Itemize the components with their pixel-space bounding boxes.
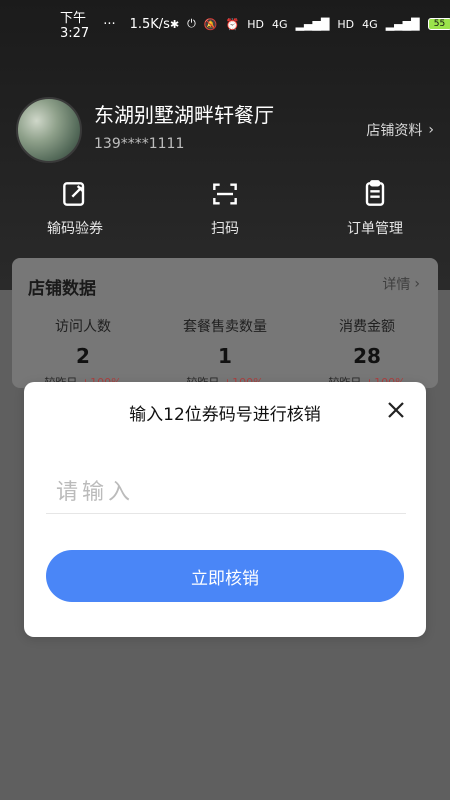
signal-2-icon: ▂▄▆█ xyxy=(385,17,420,31)
stats-row: 访问人数 2 较昨日 +100% 套餐售卖数量 1 较昨日 +100% 消费金额… xyxy=(12,316,438,390)
network-speed: 1.5K/s xyxy=(129,16,170,32)
store-data-card: 店铺数据 详情 › 访问人数 2 较昨日 +100% 套餐售卖数量 1 较昨日 … xyxy=(12,258,438,390)
stat-label: 访问人数 xyxy=(55,319,111,335)
shop-phone: 139****1111 xyxy=(94,135,185,152)
chevron-right-icon: › xyxy=(414,276,420,292)
store-data-title: 店铺数据 xyxy=(28,279,96,299)
store-data-detail-link[interactable]: 详情 › xyxy=(382,274,420,294)
app: 下午3:27 ··· 1.5K/s ✱ ⏻ 🔕 ⏰ HD 4G ▂▄▆█ HD … xyxy=(0,0,450,800)
coupon-code-input[interactable] xyxy=(46,470,406,514)
stat-label: 套餐售卖数量 xyxy=(183,319,267,335)
shop-info: 东湖别墅湖畔轩餐厅 139****1111 xyxy=(94,103,366,152)
alarm-icon: ⏰ xyxy=(225,17,240,31)
mute-icon: 🔕 xyxy=(203,17,218,31)
chevron-right-icon: › xyxy=(428,122,434,138)
close-icon xyxy=(388,402,404,418)
action-label: 扫码 xyxy=(211,221,239,237)
network-1-label: 4G xyxy=(272,17,288,31)
status-time: 下午3:27 xyxy=(60,11,90,41)
signal-1-icon: ▂▄▆█ xyxy=(295,17,330,31)
header: 下午3:27 ··· 1.5K/s ✱ ⏻ 🔕 ⏰ HD 4G ▂▄▆█ HD … xyxy=(0,0,450,290)
action-scan[interactable]: 扫码 xyxy=(165,178,285,238)
shop-profile-label: 店铺资料 xyxy=(366,123,423,139)
hd-label-2: HD xyxy=(337,17,355,31)
stat-visitors: 访问人数 2 较昨日 +100% xyxy=(18,316,148,390)
edit-icon xyxy=(63,182,85,206)
shop-avatar xyxy=(16,97,82,163)
clipboard-icon xyxy=(365,180,385,206)
stat-package-sales: 套餐售卖数量 1 较昨日 +100% xyxy=(160,316,290,390)
toggle-icon: ⏻ xyxy=(187,17,196,30)
action-label: 订单管理 xyxy=(347,221,403,237)
hd-label-1: HD xyxy=(247,17,265,31)
stat-value: 2 xyxy=(76,344,90,368)
quick-actions: 输码验券 扫码 订单管理 xyxy=(0,178,450,253)
status-left: 下午3:27 ··· 1.5K/s xyxy=(60,7,170,41)
stat-label: 消费金额 xyxy=(339,319,395,335)
battery-icon: 55 xyxy=(427,18,450,30)
shop-header: 东湖别墅湖畔轩餐厅 139****1111 店铺资料 › xyxy=(16,97,434,163)
bluetooth-icon: ✱ xyxy=(169,17,180,31)
status-right: ✱ ⏻ 🔕 ⏰ HD 4G ▂▄▆█ HD 4G ▂▄▆█ 55 ϟ xyxy=(170,17,450,31)
redeem-now-button[interactable]: 立即核销 xyxy=(46,550,404,602)
shop-profile-link[interactable]: 店铺资料 › xyxy=(366,120,434,140)
stat-spend-amount: 消费金额 28 较昨日 +100% xyxy=(302,316,432,390)
action-orders[interactable]: 订单管理 xyxy=(315,178,435,238)
status-bar: 下午3:27 ··· 1.5K/s ✱ ⏻ 🔕 ⏰ HD 4G ▂▄▆█ HD … xyxy=(0,0,450,48)
modal-title: 输入12位券码号进行核销 xyxy=(129,405,321,425)
network-2-label: 4G xyxy=(362,17,378,31)
action-label: 输码验券 xyxy=(47,221,103,237)
status-dots: ··· xyxy=(103,16,116,32)
close-button[interactable] xyxy=(382,396,410,424)
shop-name: 东湖别墅湖畔轩餐厅 xyxy=(94,102,274,127)
detail-label: 详情 xyxy=(382,277,411,293)
scan-icon xyxy=(213,183,237,205)
redeem-modal: 输入12位券码号进行核销 立即核销 xyxy=(24,382,426,637)
action-verify-coupon[interactable]: 输码验券 xyxy=(15,178,135,238)
stat-value: 1 xyxy=(218,344,232,368)
stat-value: 28 xyxy=(353,344,381,368)
